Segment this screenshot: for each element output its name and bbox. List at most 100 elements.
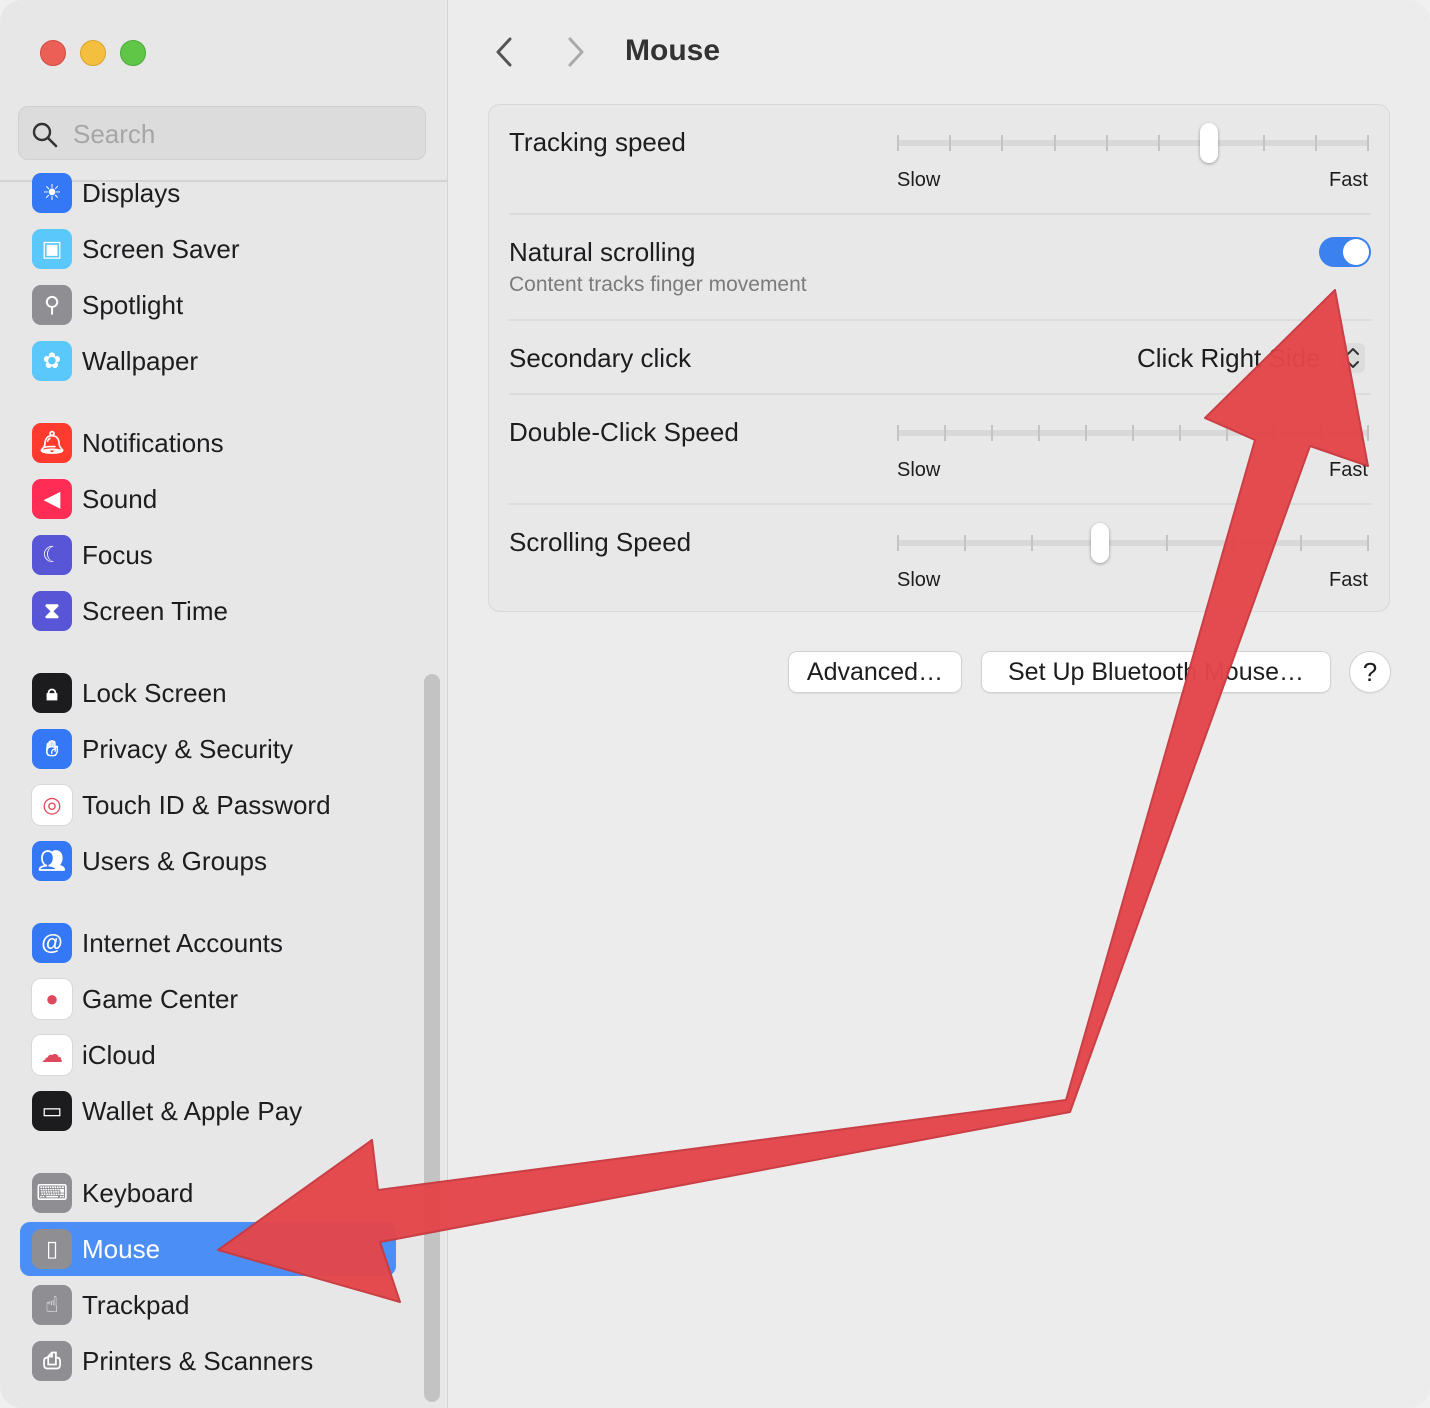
- sidebar-item-label: Lock Screen: [82, 678, 227, 708]
- back-button[interactable]: [490, 34, 520, 70]
- sidebar-item-displays[interactable]: ☀ Displays: [20, 166, 396, 220]
- sidebar-item-users-groups[interactable]: 👥︎ Users & Groups: [20, 834, 396, 888]
- fingerprint-icon: ◎: [32, 785, 72, 825]
- sidebar-item-trackpad[interactable]: ☝ Trackpad: [20, 1278, 396, 1332]
- sidebar: Search ☀ Displays ▣ Screen Saver ⚲ Spotlight ✿…: [0, 0, 448, 1408]
- sidebar-item-printers-scanners[interactable]: ⎙ Printers & Scanners: [20, 1334, 396, 1388]
- settings-panel: Tracking speed Slow Fast Natural scrolli…: [488, 104, 1390, 612]
- sidebar-item-label: Printers & Scanners: [82, 1346, 314, 1376]
- sidebar-item-focus[interactable]: ☾ Focus: [20, 528, 396, 582]
- users-icon: 👥︎: [32, 841, 72, 881]
- search-input[interactable]: Search: [18, 106, 426, 160]
- slider-track: [897, 140, 1369, 146]
- slider-tick: [944, 425, 946, 441]
- slider-tick: [1226, 425, 1228, 441]
- slider-thumb[interactable]: [1200, 123, 1218, 163]
- slider-tick: [991, 425, 993, 441]
- slider-tick: [1158, 135, 1160, 151]
- slider-tick: [1273, 425, 1275, 441]
- sidebar-item-wallpaper[interactable]: ✿ Wallpaper: [20, 334, 396, 388]
- keyboard-icon: ⌨: [32, 1173, 72, 1213]
- double-click-speed-slider[interactable]: [897, 413, 1369, 453]
- sidebar-item-label: Game Center: [82, 984, 239, 1014]
- slider-tick: [1166, 535, 1168, 551]
- close-window-button[interactable]: [40, 40, 66, 66]
- tracking-slow-label: Slow: [897, 169, 941, 191]
- sidebar-item-label: Sound: [82, 484, 158, 514]
- sidebar-item-label: Displays: [82, 178, 181, 208]
- chevron-up-down-icon[interactable]: [1341, 343, 1365, 373]
- sidebar-item-label: Screen Time: [82, 596, 228, 626]
- sidebar-item-screen-saver[interactable]: ▣ Screen Saver: [20, 222, 396, 276]
- sidebar-item-lock-screen[interactable]: 🔒︎ Lock Screen: [20, 666, 396, 720]
- sidebar-item-touch-id-password[interactable]: ◎ Touch ID & Password: [20, 778, 396, 832]
- hand-icon: ✋︎: [32, 729, 72, 769]
- setup-bluetooth-mouse-button[interactable]: Set Up Bluetooth Mouse…: [982, 652, 1330, 692]
- sidebar-item-label: Privacy & Security: [82, 734, 293, 764]
- sidebar-item-spotlight[interactable]: ⚲ Spotlight: [20, 278, 396, 332]
- bell-icon: 🔔︎: [32, 423, 72, 463]
- sidebar-item-privacy-security[interactable]: ✋︎ Privacy & Security: [20, 722, 396, 776]
- forward-button[interactable]: [560, 34, 590, 70]
- speaker-icon: ◀: [32, 479, 72, 519]
- double-click-speed-label: Double-Click Speed: [509, 417, 739, 447]
- slider-tick: [1263, 135, 1265, 151]
- sidebar-item-game-center[interactable]: ● Game Center: [20, 972, 396, 1026]
- sidebar-item-keyboard[interactable]: ⌨ Keyboard: [20, 1166, 396, 1220]
- toggle-knob: [1343, 239, 1369, 265]
- natural-scrolling-description: Content tracks finger movement: [509, 273, 807, 296]
- slider-tick: [1106, 135, 1108, 151]
- sidebar-item-sound[interactable]: ◀ Sound: [20, 472, 396, 526]
- lock-icon: 🔒︎: [32, 673, 72, 713]
- slider-tick: [1233, 535, 1235, 551]
- game-center-icon: ●: [32, 979, 72, 1019]
- slider-tick: [1315, 135, 1317, 151]
- sidebar-item-internet-accounts[interactable]: @ Internet Accounts: [20, 916, 396, 970]
- sidebar-item-icloud[interactable]: ☁ iCloud: [20, 1028, 396, 1082]
- search-placeholder: Search: [73, 119, 156, 149]
- slider-tick: [1367, 135, 1369, 151]
- sidebar-item-notifications[interactable]: 🔔︎ Notifications: [20, 416, 396, 470]
- double-click-fast-label: Fast: [1329, 459, 1368, 481]
- cloud-icon: ☁: [32, 1035, 72, 1075]
- slider-tick: [897, 425, 899, 441]
- sidebar-item-label: Screen Saver: [82, 234, 240, 264]
- sidebar-item-wallet-apple-pay[interactable]: ▭ Wallet & Apple Pay: [20, 1084, 396, 1138]
- secondary-click-label: Secondary click: [509, 343, 692, 373]
- screen-saver-icon: ▣: [32, 229, 72, 269]
- slider-thumb[interactable]: [1091, 523, 1109, 563]
- slider-tick: [897, 535, 899, 551]
- secondary-click-popup[interactable]: Click Right Side: [1137, 343, 1321, 374]
- zoom-window-button[interactable]: [120, 40, 146, 66]
- slider-tick: [964, 535, 966, 551]
- sidebar-item-screen-time[interactable]: ⧗ Screen Time: [20, 584, 396, 638]
- system-settings-window: Search ☀ Displays ▣ Screen Saver ⚲ Spotlight ✿…: [0, 0, 1430, 1408]
- wallet-icon: ▭: [32, 1091, 72, 1131]
- slider-tick: [949, 135, 951, 151]
- main-pane: Mouse Tracking speed Slow Fast Natural s…: [448, 0, 1430, 1408]
- slider-tick: [1367, 535, 1369, 551]
- slider-tick: [897, 135, 899, 151]
- slider-tick: [1085, 425, 1087, 441]
- minimize-window-button[interactable]: [80, 40, 106, 66]
- page-title: Mouse: [625, 34, 721, 67]
- scrolling-speed-slider[interactable]: [897, 523, 1369, 563]
- slider-tick: [1132, 425, 1134, 441]
- separator: [509, 393, 1371, 395]
- natural-scrolling-toggle[interactable]: [1319, 237, 1371, 267]
- trackpad-icon: ☝: [32, 1285, 72, 1325]
- scrolling-speed-label: Scrolling Speed: [509, 527, 692, 557]
- slider-tick: [1038, 425, 1040, 441]
- sidebar-item-label: Trackpad: [82, 1290, 190, 1320]
- flower-icon: ✿: [32, 341, 72, 381]
- advanced-button[interactable]: Advanced…: [789, 652, 961, 692]
- search-icon: [32, 122, 58, 148]
- natural-scrolling-label: Natural scrolling: [509, 237, 696, 267]
- sidebar-item-label: Keyboard: [82, 1178, 194, 1208]
- sidebar-item-label: Mouse: [82, 1234, 161, 1264]
- tracking-speed-slider[interactable]: [897, 123, 1369, 163]
- slider-track: [897, 540, 1369, 546]
- sidebar-scrollbar[interactable]: [424, 674, 440, 1402]
- help-button[interactable]: ?: [1350, 652, 1390, 692]
- sidebar-item-mouse[interactable]: ▯ Mouse: [20, 1222, 396, 1276]
